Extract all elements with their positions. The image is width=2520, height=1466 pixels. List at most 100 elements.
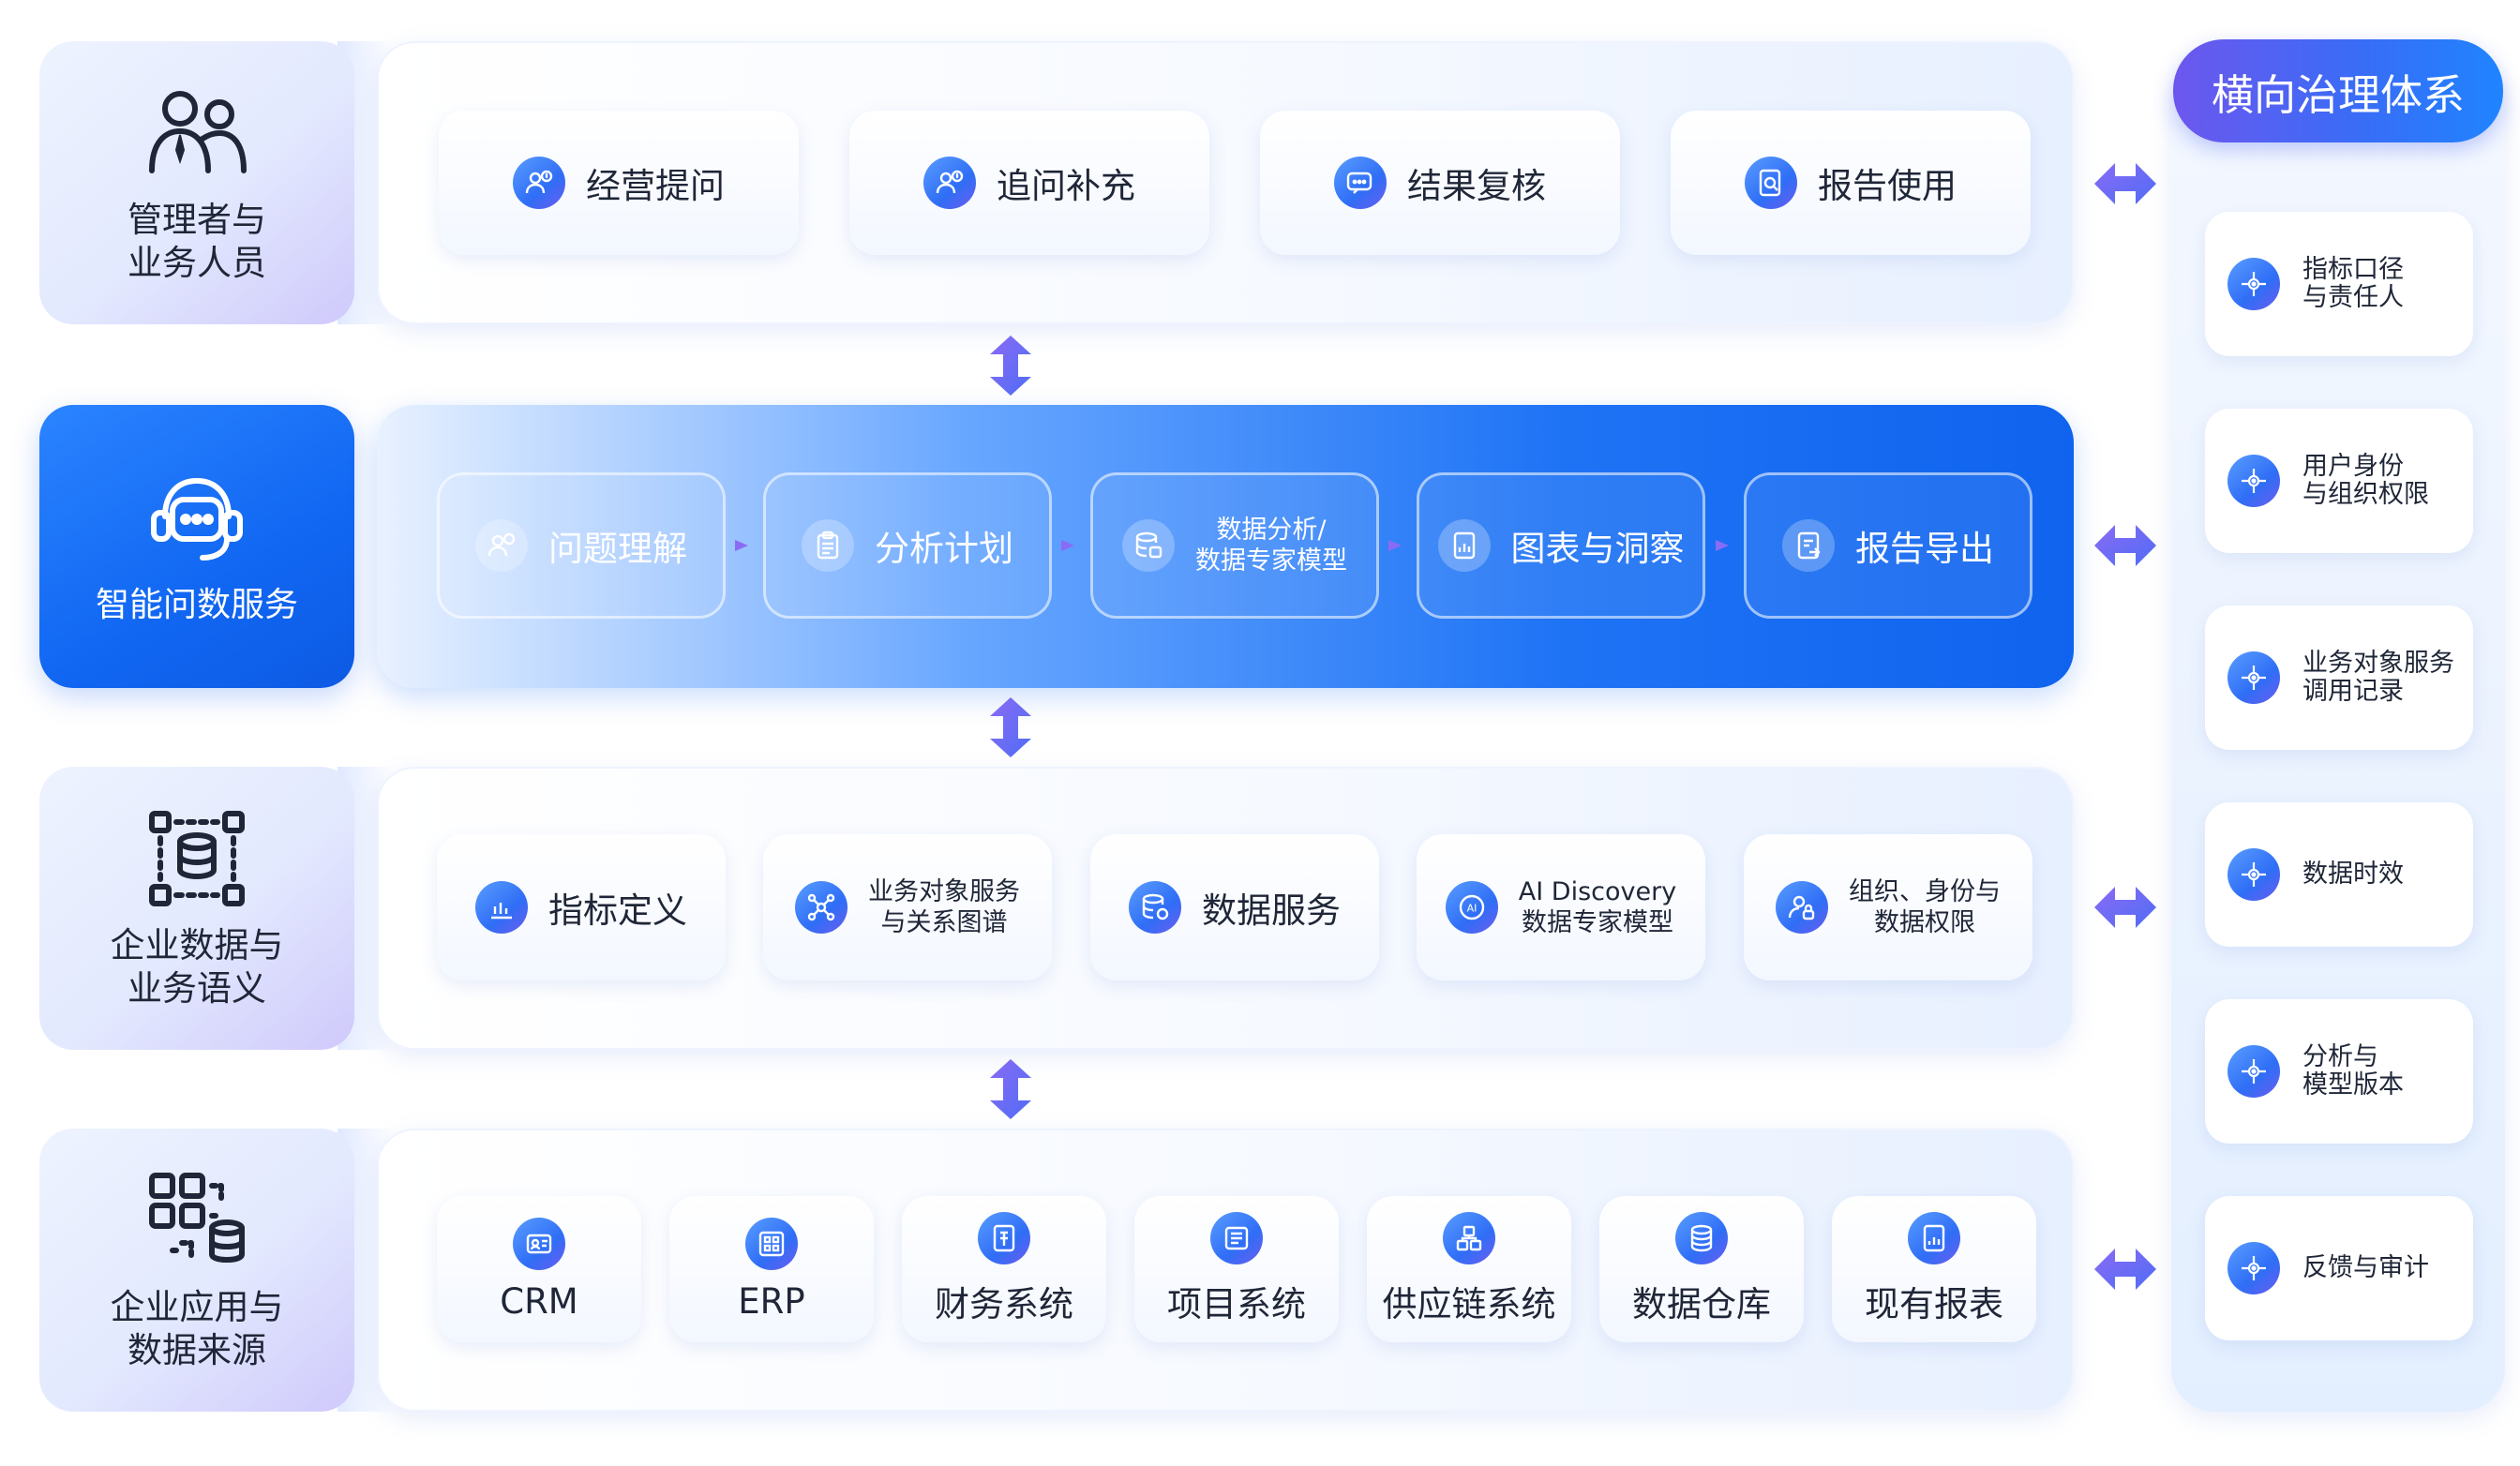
card-label: 分析计划 (875, 529, 1013, 569)
vertical-double-arrow-icon (990, 697, 1031, 757)
question-user-icon (475, 519, 528, 572)
card-business-question[interactable]: 经营提问 (439, 111, 799, 255)
source-data-warehouse[interactable]: 数据仓库 (1599, 1196, 1804, 1342)
card-label: 项目系统 (1167, 1284, 1306, 1324)
role-label-enterprise-apps: 企业应用与 数据来源 (110, 1287, 284, 1370)
gov-item-model-version[interactable]: 分析与 模型版本 (2205, 999, 2473, 1144)
database-icon (1675, 1212, 1728, 1264)
source-existing-reports[interactable]: 现有报表 (1832, 1196, 2036, 1342)
finance-doc-icon (978, 1212, 1030, 1264)
role-label-smart-query: 智能问数服务 (95, 586, 298, 624)
source-supply-chain[interactable]: 供应链系统 (1367, 1196, 1571, 1342)
question-user-icon (923, 157, 976, 209)
card-result-review[interactable]: 结果复核 (1260, 111, 1620, 255)
horizontal-double-arrow-icon (2094, 887, 2156, 928)
graph-nodes-icon (795, 881, 848, 934)
target-network-icon (2228, 848, 2280, 901)
role-card-enterprise-apps: 企业应用与 数据来源 (39, 1129, 354, 1412)
target-network-icon (2228, 1045, 2280, 1098)
card-org-identity-permission[interactable]: 组织、身份与 数据权限 (1744, 834, 2032, 980)
target-network-icon (2228, 455, 2280, 507)
gov-item-user-permission[interactable]: 用户身份 与组织权限 (2205, 409, 2473, 553)
flow-arrow-icon (1388, 540, 1402, 551)
gov-item-label: 反馈与审计 (2302, 1253, 2429, 1282)
role-card-smart-query: 智能问数服务 (39, 405, 354, 688)
card-label: 结果复核 (1407, 166, 1546, 206)
ai-badge-icon: AI (1445, 881, 1498, 934)
flow-arrow-icon (1061, 540, 1074, 551)
flow-arrow-icon (735, 540, 748, 551)
database-icon (1129, 881, 1181, 934)
export-doc-icon (1782, 519, 1835, 572)
step-charts-insights[interactable]: 图表与洞察 (1417, 472, 1705, 619)
governance-title: 横向治理体系 (2173, 39, 2503, 142)
horizontal-double-arrow-icon (2094, 163, 2156, 204)
card-label: 经营提问 (586, 166, 725, 206)
card-label: 问题理解 (548, 529, 687, 569)
gov-item-label: 业务对象服务 调用记录 (2302, 649, 2454, 706)
target-network-icon (2228, 651, 2280, 704)
card-label: 报告使用 (1818, 166, 1957, 206)
role-label-enterprise-data: 企业数据与 业务语义 (110, 925, 284, 1009)
step-question-understanding[interactable]: 问题理解 (437, 472, 726, 619)
card-label: AI Discovery 数据专家模型 (1518, 877, 1677, 937)
data-network-icon (149, 811, 245, 906)
card-label: ERP (738, 1280, 805, 1322)
gov-item-metric-owner[interactable]: 指标口径 与责任人 (2205, 212, 2473, 356)
source-crm[interactable]: CRM (437, 1196, 641, 1342)
vertical-double-arrow-icon (990, 336, 1031, 396)
report-search-icon (1745, 157, 1797, 209)
source-finance[interactable]: 财务系统 (902, 1196, 1106, 1342)
card-label: 供应链系统 (1382, 1284, 1556, 1324)
app-grid-icon (149, 1173, 245, 1264)
chat-check-icon (1334, 157, 1387, 209)
card-business-object-graph[interactable]: 业务对象服务 与关系图谱 (763, 834, 1052, 980)
gov-item-label: 数据时效 (2302, 860, 2404, 889)
source-erp[interactable]: ERP (669, 1196, 874, 1342)
card-ai-discovery[interactable]: AI AI Discovery 数据专家模型 (1417, 834, 1705, 980)
card-label: 报告导出 (1855, 529, 1994, 569)
card-follow-up[interactable]: 追问补充 (849, 111, 1209, 255)
user-lock-icon (1776, 881, 1828, 934)
horizontal-double-arrow-icon (2094, 1249, 2156, 1290)
role-label-managers: 管理者与 业务人员 (128, 200, 266, 283)
target-network-icon (2228, 1242, 2280, 1294)
gov-item-data-freshness[interactable]: 数据时效 (2205, 802, 2473, 947)
gov-item-label: 分析与 模型版本 (2302, 1042, 2404, 1100)
bar-chart-icon (475, 881, 528, 934)
report-chart-icon (1908, 1212, 1960, 1264)
card-metric-definition[interactable]: 指标定义 (437, 834, 726, 980)
database-icon (1122, 519, 1175, 572)
users-icon (149, 91, 247, 173)
card-label: 图表与洞察 (1510, 529, 1685, 569)
card-label: 数据仓库 (1632, 1284, 1771, 1324)
card-report-usage[interactable]: 报告使用 (1671, 111, 2031, 255)
card-label: CRM (500, 1280, 578, 1322)
supply-boxes-icon (1443, 1212, 1495, 1264)
card-label: 组织、身份与 数据权限 (1849, 877, 2001, 937)
role-card-enterprise-data: 企业数据与 业务语义 (39, 767, 354, 1050)
chart-doc-icon (1437, 519, 1491, 572)
step-report-export[interactable]: 报告导出 (1744, 472, 2032, 619)
card-label: 追问补充 (997, 166, 1135, 206)
gov-item-service-log[interactable]: 业务对象服务 调用记录 (2205, 606, 2473, 750)
gov-item-label: 指标口径 与责任人 (2302, 255, 2404, 312)
card-label: 数据分析/ 数据专家模型 (1195, 516, 1347, 576)
flow-arrow-icon (1716, 540, 1729, 551)
role-card-managers: 管理者与 业务人员 (39, 41, 354, 324)
crm-card-icon (513, 1217, 565, 1270)
svg-text:AI: AI (1466, 903, 1477, 915)
card-label: 数据服务 (1202, 890, 1341, 931)
target-network-icon (2228, 258, 2280, 310)
gov-item-label: 用户身份 与组织权限 (2302, 452, 2429, 509)
step-data-analysis[interactable]: 数据分析/ 数据专家模型 (1090, 472, 1379, 619)
step-analysis-plan[interactable]: 分析计划 (763, 472, 1052, 619)
gov-item-feedback-audit[interactable]: 反馈与审计 (2205, 1196, 2473, 1340)
vertical-double-arrow-icon (990, 1059, 1031, 1119)
erp-grid-icon (745, 1217, 798, 1270)
card-label: 财务系统 (935, 1284, 1073, 1324)
card-label: 业务对象服务 与关系图谱 (868, 877, 1020, 937)
source-project[interactable]: 项目系统 (1134, 1196, 1339, 1342)
card-data-service[interactable]: 数据服务 (1090, 834, 1379, 980)
clipboard-icon (802, 519, 854, 572)
